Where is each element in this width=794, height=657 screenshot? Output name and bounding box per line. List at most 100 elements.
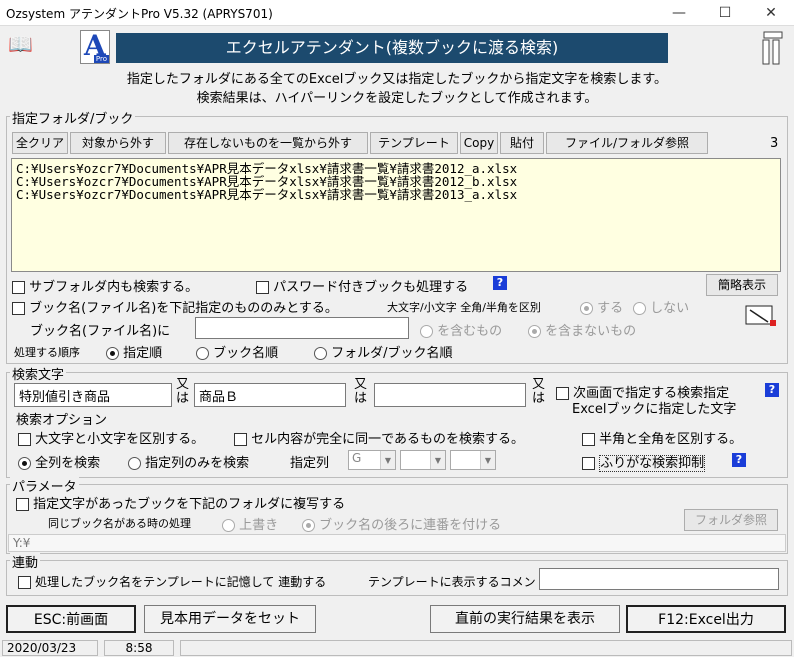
set-sample-data-button[interactable]: 見本用データをセット — [144, 605, 316, 633]
exact-match-row[interactable]: セル内容が完全に同一であるものを検索する。 — [234, 428, 524, 447]
overwrite-label: 上書き — [239, 518, 279, 533]
overwrite-radio[interactable] — [222, 519, 235, 532]
paste-button[interactable]: 貼付 — [500, 132, 544, 154]
show-last-result-button[interactable]: 直前の実行結果を表示 — [430, 605, 620, 633]
output-path-field[interactable]: Y:¥ — [8, 534, 786, 552]
bookname-input[interactable] — [195, 317, 409, 339]
subfolder-checkbox[interactable] — [12, 281, 25, 294]
subfolder-label: サブフォルダ内も検索する。 — [29, 280, 199, 295]
password-checkbox-row[interactable]: パスワード付きブックも処理する — [256, 276, 468, 295]
copy-button[interactable]: Copy — [460, 132, 498, 154]
subfolder-checkbox-row[interactable]: サブフォルダ内も検索する。 — [12, 276, 198, 295]
minimize-button[interactable]: — — [656, 0, 702, 26]
case-sensitive-checkbox[interactable] — [18, 433, 31, 446]
copy-to-folder-row[interactable]: 指定文字があったブックを下記のフォルダに複写する — [16, 493, 345, 512]
order-bookname-radio[interactable] — [196, 347, 209, 360]
case-width-label: 大文字/小文字 全角/半角を区別 — [387, 301, 541, 314]
app-logo: A Pro — [80, 29, 110, 64]
remove-missing-button[interactable]: 存在しないものを一覧から外す — [168, 132, 368, 154]
password-label: パスワード付きブックも処理する — [273, 280, 469, 295]
distinguish-yes-row[interactable]: する — [580, 297, 623, 316]
not-contains-row[interactable]: を含まないもの — [528, 320, 636, 339]
search-term-2-input[interactable]: 商品Ｂ — [194, 383, 346, 407]
help-icon[interactable]: ? — [493, 276, 507, 290]
comment-label: テンプレートに表示するコメント — [368, 575, 548, 589]
banner-title: エクセルアテンダント(複数ブックに渡る検索) — [116, 33, 668, 63]
contains-radio[interactable] — [420, 325, 433, 338]
remember-row[interactable]: 処理したブック名をテンプレートに記憶して 連動する — [18, 573, 326, 590]
order-folder-row[interactable]: フォルダ/ブック名順 — [314, 342, 453, 361]
width-sensitive-checkbox[interactable] — [582, 433, 595, 446]
options-title: 検索オプション — [16, 413, 108, 428]
search-term-1-input[interactable]: 特別値引き商品 — [14, 383, 172, 407]
status-date: 2020/03/23 — [2, 640, 98, 656]
exact-match-checkbox[interactable] — [234, 433, 247, 446]
search-term-3-input[interactable] — [374, 383, 526, 407]
f12-excel-output-button[interactable]: F12:Excel出力 — [626, 605, 786, 633]
order-folder-label: フォルダ/ブック名順 — [331, 346, 453, 361]
folder-browse-button[interactable]: フォルダ参照 — [684, 509, 778, 531]
clear-all-button[interactable]: 全クリア — [12, 132, 68, 154]
order-specified-row[interactable]: 指定順 — [106, 342, 162, 361]
all-columns-label: 全列を検索 — [35, 456, 101, 471]
column-select-3[interactable]: ▼ — [450, 450, 496, 470]
contains-row[interactable]: を含むもの — [420, 320, 502, 339]
furigana-checkbox[interactable] — [582, 457, 595, 470]
order-label: 処理する順序 — [14, 346, 80, 359]
search-group-title: 検索文字 — [10, 364, 67, 383]
copy-to-folder-label: 指定文字があったブックを下記のフォルダに複写する — [33, 497, 346, 512]
all-columns-radio[interactable] — [18, 457, 31, 470]
overwrite-row[interactable]: 上書き — [222, 514, 278, 533]
column-select-2[interactable]: ▼ — [400, 450, 446, 470]
simple-view-button[interactable]: 簡略表示 — [706, 274, 778, 296]
next-screen-checkbox[interactable] — [556, 387, 569, 400]
remember-checkbox[interactable] — [18, 576, 31, 589]
remove-target-button[interactable]: 対象から外す — [70, 132, 166, 154]
bookname-only-label: ブック名(ファイル名)を下記指定のもののみとする。 — [29, 301, 338, 316]
book-icon[interactable]: 📖 — [8, 32, 33, 56]
order-bookname-label: ブック名順 — [213, 346, 279, 361]
serial-label: ブック名の後ろに連番を付ける — [319, 518, 502, 533]
status-time: 8:58 — [104, 640, 174, 656]
help-icon[interactable]: ? — [732, 453, 746, 467]
case-sensitive-row[interactable]: 大文字と小文字を区別する。 — [18, 428, 204, 447]
help-icon[interactable]: ? — [765, 383, 779, 397]
link-group-title: 連動 — [10, 552, 41, 571]
specified-columns-radio[interactable] — [128, 457, 141, 470]
order-specified-radio[interactable] — [106, 347, 119, 360]
serial-radio[interactable] — [302, 519, 315, 532]
file-folder-browse-button[interactable]: ファイル/フォルダ参照 — [546, 132, 708, 154]
distinguish-no-radio[interactable] — [633, 302, 646, 315]
distinguish-no-row[interactable]: しない — [633, 297, 689, 316]
bookname-only-checkbox[interactable] — [12, 302, 25, 315]
password-checkbox[interactable] — [256, 281, 269, 294]
chevron-down-icon: ▼ — [380, 451, 395, 469]
order-bookname-row[interactable]: ブック名順 — [196, 342, 278, 361]
column-select-1[interactable]: G ▼ — [348, 450, 396, 470]
clipboard-icon[interactable] — [760, 30, 786, 66]
clear-icon[interactable] — [744, 302, 778, 330]
close-button[interactable]: ✕ — [748, 0, 794, 26]
case-sensitive-label: 大文字と小文字を区別する。 — [35, 432, 205, 447]
or-label-1: 又は — [176, 377, 190, 406]
file-list[interactable]: C:¥Users¥ozcr7¥Documents¥APR見本データxlsx¥請求… — [11, 158, 781, 272]
distinguish-yes-radio[interactable] — [580, 302, 593, 315]
specified-columns-row[interactable]: 指定列のみを検索 — [128, 452, 249, 471]
maximize-button[interactable]: ☐ — [702, 0, 748, 26]
window-title: Ozsystem アテンダントPro V5.32 (APRYS701) — [6, 7, 273, 21]
order-folder-radio[interactable] — [314, 347, 327, 360]
furigana-row[interactable]: ふりがな検索抑制 — [582, 452, 706, 472]
template-button[interactable]: テンプレート — [370, 132, 458, 154]
width-sensitive-row[interactable]: 半角と全角を区別する。 — [582, 428, 742, 447]
bookname-only-row[interactable]: ブック名(ファイル名)を下記指定のもののみとする。 — [12, 297, 338, 316]
copy-to-folder-checkbox[interactable] — [16, 498, 29, 511]
title-bar: Ozsystem アテンダントPro V5.32 (APRYS701) — ☐ … — [0, 0, 794, 26]
not-contains-radio[interactable] — [528, 325, 541, 338]
all-columns-row[interactable]: 全列を検索 — [18, 452, 100, 471]
column-label: 指定列 — [290, 456, 330, 471]
esc-back-button[interactable]: ESC:前画面 — [6, 605, 136, 633]
exact-match-label: セル内容が完全に同一であるものを検索する。 — [251, 432, 525, 447]
comment-input[interactable] — [539, 568, 779, 590]
serial-row[interactable]: ブック名の後ろに連番を付ける — [302, 514, 501, 533]
list-item[interactable]: C:¥Users¥ozcr7¥Documents¥APR見本データxlsx¥請求… — [16, 188, 776, 201]
